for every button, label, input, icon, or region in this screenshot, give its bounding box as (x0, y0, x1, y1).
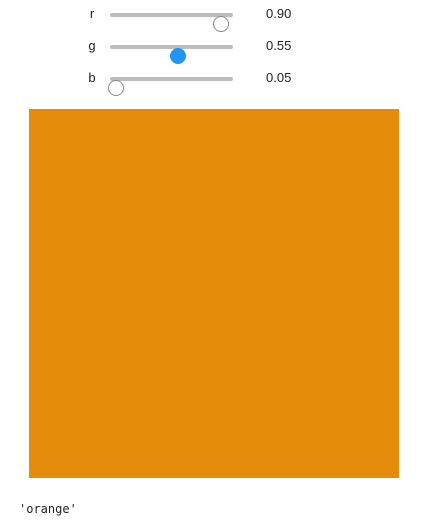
slider-g[interactable] (110, 45, 233, 64)
slider-row-g: g 0.55 (0, 36, 425, 64)
slider-row-r: r 0.90 (0, 4, 425, 32)
color-name-output: 'orange' (19, 502, 77, 516)
slider-b-handle[interactable] (108, 80, 125, 96)
slider-g-handle[interactable] (169, 48, 186, 64)
slider-value-g: 0.55 (266, 38, 292, 53)
slider-value-b: 0.05 (266, 70, 292, 85)
slider-r-handle[interactable] (212, 16, 229, 32)
slider-b[interactable] (108, 77, 233, 96)
slider-r[interactable] (110, 13, 233, 32)
slider-label-g: g (88, 38, 96, 53)
slider-label-b: b (88, 70, 96, 85)
slider-row-b: b 0.05 (0, 68, 425, 96)
color-swatch (29, 109, 399, 478)
slider-label-r: r (89, 6, 95, 21)
slider-value-r: 0.90 (266, 6, 292, 21)
